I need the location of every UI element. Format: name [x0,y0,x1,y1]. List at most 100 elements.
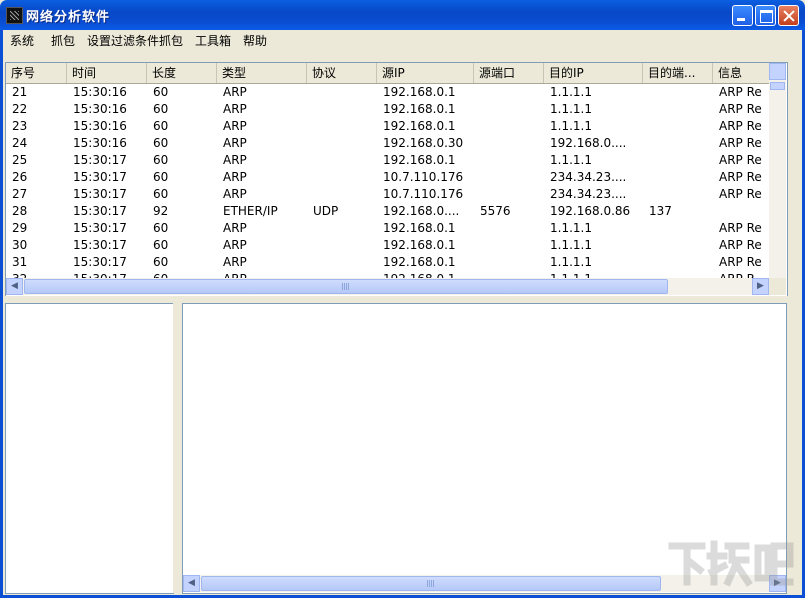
cell-dst-ip: 1.1.1.1 [550,119,592,133]
cell-index: 29 [12,221,28,235]
arrow-right-icon[interactable]: ▶ [752,278,769,295]
col-header-src-ip[interactable]: 源IP [377,63,474,83]
menu-help[interactable]: 帮助 [243,32,267,49]
arrow-left-icon[interactable]: ◀ [183,575,200,592]
horizontal-splitter[interactable] [3,296,802,302]
cell-protocol [307,135,313,152]
cell-info: ARP Re [719,238,762,252]
cell-dst-ip: 192.168.0.86 [550,204,631,218]
window-title: 网络分析软件 [26,10,111,25]
menu-toolbox[interactable]: 工具箱 [195,32,231,49]
packet-tree-pane[interactable] [5,303,174,594]
cell-dst-port [643,254,649,271]
minimize-icon[interactable] [732,5,753,26]
cell-src-ip: 10.7.110.176 [383,170,464,184]
vertical-splitter[interactable] [173,303,181,593]
col-header-dst-ip[interactable]: 目的IP [544,63,643,83]
cell-src-ip: 192.168.0.30 [383,136,464,150]
horizontal-scroll-thumb[interactable] [24,279,668,294]
cell-src-port [474,237,480,254]
cell-protocol [307,186,313,203]
cell-info: ARP Re [719,153,762,167]
watermark-logo [668,540,794,587]
cell-src-ip: 192.168.0.1 [383,102,456,116]
cell-time: 15:30:17 [73,238,127,252]
table-row[interactable]: 26 15:30:17 60 ARP 10.7.110.176 234.34.23....… [6,169,776,186]
cell-src-ip: 192.168.0.1 [383,119,456,133]
cell-type: ARP [223,238,247,252]
arrow-up-icon[interactable] [769,63,786,80]
cell-time: 15:30:17 [73,255,127,269]
cell-info: ARP Re [719,85,762,99]
cell-src-ip: 192.168.0.1 [383,221,456,235]
title-bar[interactable]: 网络分析软件 [0,0,805,30]
cell-info [713,203,719,220]
cell-dst-port [643,135,649,152]
packet-list-header: 序号 时间 长度 类型 协议 源IP 源端口 目的IP 目的端... 信息 [6,63,776,84]
cell-dst-ip: 1.1.1.1 [550,153,592,167]
cell-dst-ip: 1.1.1.1 [550,221,592,235]
col-header-info[interactable]: 信息 [713,63,776,83]
cell-dst-port [643,186,649,203]
cell-dst-ip: 234.34.23.... [550,187,627,201]
col-header-length[interactable]: 长度 [147,63,217,83]
cell-src-ip: 192.168.0.1 [383,238,456,252]
cell-src-ip: 192.168.0.1 [383,85,456,99]
table-row[interactable]: 28 15:30:17 92 ETHER/IP UDP 192.168.0.... 5576… [6,203,776,220]
cell-type: ARP [223,153,247,167]
app-icon[interactable] [6,7,23,24]
cell-dst-port [643,237,649,254]
menu-bar: 系统 抓包 设置过滤条件抓包 工具箱 帮助 [3,30,802,50]
table-row[interactable]: 22 15:30:16 60 ARP 192.168.0.1 1.1.1.1 ARP Re [6,101,776,118]
cell-dst-ip: 234.34.23.... [550,170,627,184]
window-frame-left [0,30,3,598]
cell-dst-ip: 1.1.1.1 [550,255,592,269]
cell-length: 92 [153,204,169,218]
cell-src-port [474,169,480,186]
packet-list-horizontal-scrollbar[interactable]: ◀ ▶ [6,278,769,295]
cell-length: 60 [153,221,169,235]
cell-src-port: 5576 [480,204,511,218]
cell-type: ARP [223,255,247,269]
table-row[interactable]: 24 15:30:16 60 ARP 192.168.0.30 192.168.0....… [6,135,776,152]
cell-info: ARP Re [719,221,762,235]
menu-system[interactable]: 系统 [10,32,34,49]
table-row[interactable]: 30 15:30:17 60 ARP 192.168.0.1 1.1.1.1 ARP Re [6,237,776,254]
cell-index: 22 [12,102,28,116]
cell-index: 30 [12,238,28,252]
table-row[interactable]: 23 15:30:16 60 ARP 192.168.0.1 1.1.1.1 ARP Re [6,118,776,135]
cell-src-port [474,84,480,101]
table-row[interactable]: 25 15:30:17 60 ARP 192.168.0.1 1.1.1.1 ARP Re [6,152,776,169]
cell-dst-port [643,169,649,186]
cell-src-ip: 192.168.0.1 [383,255,456,269]
col-header-protocol[interactable]: 协议 [307,63,377,83]
cell-src-ip: 10.7.110.176 [383,187,464,201]
cell-index: 24 [12,136,28,150]
menu-filter-capture[interactable]: 设置过滤条件抓包 [87,32,183,49]
close-icon[interactable] [778,5,799,26]
cell-time: 15:30:17 [73,187,127,201]
cell-src-ip: 192.168.0.1 [383,153,456,167]
cell-length: 60 [153,136,169,150]
menu-capture[interactable]: 抓包 [51,32,75,49]
col-header-dst-port[interactable]: 目的端... [643,63,713,83]
vertical-scroll-thumb[interactable] [770,82,785,90]
table-row[interactable]: 21 15:30:16 60 ARP 192.168.0.1 1.1.1.1 ARP Re [6,84,776,101]
table-row[interactable]: 27 15:30:17 60 ARP 10.7.110.176 234.34.23....… [6,186,776,203]
cell-type: ARP [223,221,247,235]
packet-list-vertical-scrollbar[interactable] [769,63,786,278]
maximize-icon[interactable] [755,5,776,26]
col-header-index[interactable]: 序号 [6,63,67,83]
table-row[interactable]: 31 15:30:17 60 ARP 192.168.0.1 1.1.1.1 ARP Re [6,254,776,271]
packet-list[interactable]: 序号 时间 长度 类型 协议 源IP 源端口 目的IP 目的端... 信息 21… [5,62,788,297]
col-header-time[interactable]: 时间 [67,63,147,83]
col-header-type[interactable]: 类型 [217,63,307,83]
arrow-left-icon[interactable]: ◀ [6,278,23,295]
table-row[interactable]: 29 15:30:17 60 ARP 192.168.0.1 1.1.1.1 ARP Re [6,220,776,237]
cell-protocol [307,169,313,186]
detail-scroll-thumb[interactable] [201,576,661,591]
col-header-src-port[interactable]: 源端口 [474,63,544,83]
cell-dst-port: 137 [649,204,672,218]
cell-info: ARP Re [719,136,762,150]
cell-time: 15:30:16 [73,136,127,150]
